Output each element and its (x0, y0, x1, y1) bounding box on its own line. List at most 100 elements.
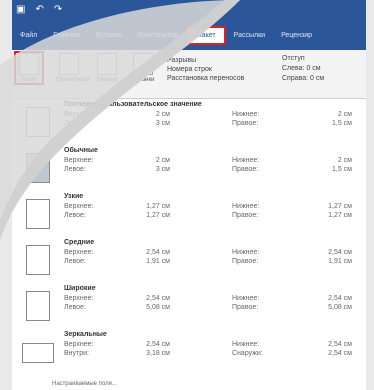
preset-value-2: 5,08 см (146, 304, 170, 311)
tab-mailings[interactable]: Рассылки (226, 28, 273, 43)
preset-thumbnail-icon (26, 245, 50, 275)
margins-dropdown: Последнее пользовательское значение Верх… (12, 99, 366, 390)
hyphenation-option[interactable]: Расстановка переносов (167, 74, 244, 83)
margin-preset-wide[interactable]: Широкие Верхнее: Левое: 2,54 см 5,08 см … (12, 283, 366, 327)
preset-value-2: 3,18 см (146, 350, 170, 357)
preset-col-value-1: 1,27 см (328, 203, 352, 210)
preset-value-1: 1,27 см (146, 203, 170, 210)
indent-group: Отступ Слева: 0 см Справа: 0 см (282, 54, 324, 84)
save-icon[interactable]: ▣ (16, 4, 25, 15)
preset-col-value-1: 2,54 см (328, 341, 352, 348)
margins-icon (19, 53, 39, 75)
preset-col-label-1: Нижнее: (232, 203, 260, 210)
preset-value-1: 2,54 см (146, 249, 170, 256)
preset-col-value-2: 1,27 см (328, 212, 352, 219)
preset-name: Средние (64, 239, 95, 246)
preset-name: Узкие (64, 193, 84, 200)
preset-col-value-1: 2 см (337, 111, 352, 118)
tab-layout[interactable]: Макет (185, 26, 226, 45)
quick-access-toolbar: ▣ ↶ ↷ (16, 4, 62, 15)
preset-label-1: Верхнее: (64, 203, 94, 210)
preset-col-label-1: Нижнее: (232, 249, 260, 256)
orientation-button[interactable]: Ориентация (56, 53, 91, 83)
preset-thumbnail-icon (26, 153, 50, 183)
page-setup-options: Разрывы Номера строк Расстановка перенос… (167, 56, 244, 83)
preset-label-1: Верхнее: (64, 249, 94, 256)
size-label: Размер (96, 77, 118, 83)
preset-col-value-1: 2,54 см (328, 295, 352, 302)
preset-col-label-1: Нижнее: (232, 295, 260, 302)
preset-col-value-2: 2,54 см (328, 350, 352, 357)
preset-col-value-2: 1,5 см (332, 166, 352, 173)
preset-value-2: 3 см (155, 166, 170, 173)
indent-left[interactable]: Слева: 0 см (282, 64, 324, 74)
preset-col-value-2: 1,5 см (332, 120, 352, 127)
preset-name: Последнее пользовательское значение (64, 101, 202, 108)
preset-label-2: Левое: (64, 120, 86, 127)
preset-label-1: Верхнее: (64, 341, 94, 348)
preset-value-2: 3 см (155, 120, 170, 127)
preset-value-1: 2 см (155, 111, 170, 118)
tab-file[interactable]: Файл (12, 28, 45, 43)
size-icon (97, 53, 117, 75)
preset-label-1: Верхнее: (64, 295, 94, 302)
preset-col-value-2: 1,91 см (328, 258, 352, 265)
margin-preset-narrow[interactable]: Узкие Верхнее: Левое: 1,27 см 1,27 см Ни… (12, 191, 366, 235)
size-button[interactable]: Размер (94, 53, 120, 83)
margin-preset-last-custom[interactable]: Последнее пользовательское значение Верх… (12, 99, 366, 143)
margins-button[interactable]: Поля (14, 51, 44, 85)
preset-col-label-2: Правое: (232, 212, 259, 219)
columns-icon (133, 53, 153, 75)
margins-label: Поля (21, 77, 37, 83)
line-numbers-option[interactable]: Номера строк (167, 65, 244, 74)
preset-value-1: 2 см (155, 157, 170, 164)
preset-value-1: 2,54 см (146, 295, 170, 302)
indent-title: Отступ (282, 55, 305, 62)
tab-home[interactable]: Главная (45, 28, 88, 43)
columns-label: Колонки (131, 77, 155, 83)
preset-label-1: Верхнее: (64, 157, 94, 164)
redo-icon[interactable]: ↷ (54, 4, 62, 15)
orientation-label: Ориентация (56, 77, 91, 83)
preset-label-2: Левое: (64, 304, 86, 311)
preset-label-2: Левое: (64, 166, 86, 173)
preset-name: Широкие (64, 285, 96, 292)
undo-icon[interactable]: ↶ (35, 4, 43, 15)
preset-thumbnail-icon (26, 199, 50, 229)
preset-col-label-2: Правое: (232, 258, 259, 265)
preset-label-2: Левое: (64, 258, 86, 265)
preset-value-1: 2,54 см (146, 341, 170, 348)
preset-col-label-1: Нижнее: (232, 111, 260, 118)
margin-preset-mirrored[interactable]: Зеркальные Верхнее: Внутри: 2,54 см 3,18… (12, 329, 366, 373)
preset-thumbnail-icon (22, 343, 54, 363)
custom-margins-link[interactable]: Настраиваемые поля... (52, 381, 117, 387)
breaks-option[interactable]: Разрывы (167, 56, 244, 65)
preset-value-2: 1,91 см (146, 258, 170, 265)
columns-button[interactable]: Колонки (130, 53, 156, 83)
preset-col-value-1: 2 см (337, 157, 352, 164)
preset-thumbnail-icon (26, 291, 50, 321)
preset-col-label-2: Правое: (232, 304, 259, 311)
preset-col-label-1: Нижнее: (232, 157, 260, 164)
preset-name: Зеркальные (64, 331, 107, 338)
preset-col-label-2: Правое: (232, 166, 259, 173)
preset-value-2: 1,27 см (146, 212, 170, 219)
tab-review[interactable]: Рецензир (273, 28, 320, 43)
preset-thumbnail-icon (26, 107, 50, 137)
ribbon-body: Поля Ориентация Размер Колонки Разрывы Н… (12, 50, 366, 99)
ribbon-tabs: Файл Главная Вставка Конструктор Макет Р… (12, 26, 320, 45)
title-bar: ▣ ↶ ↷ Файл Главная Вставка Конструктор М… (12, 0, 366, 50)
preset-col-value-1: 2,54 см (328, 249, 352, 256)
orientation-icon (59, 53, 79, 75)
indent-right[interactable]: Справа: 0 см (282, 74, 324, 84)
preset-col-label-2: Снаружи: (232, 350, 263, 357)
tab-design[interactable]: Конструктор (130, 28, 186, 43)
margin-preset-normal[interactable]: Обычные Верхнее: Левое: 2 см 3 см Нижнее… (12, 145, 366, 189)
preset-label-1: Верхнее: (64, 111, 94, 118)
preset-col-label-2: Правое: (232, 120, 259, 127)
margin-preset-moderate[interactable]: Средние Верхнее: Левое: 2,54 см 1,91 см … (12, 237, 366, 281)
preset-label-2: Внутри: (64, 350, 89, 357)
tab-insert[interactable]: Вставка (88, 28, 130, 43)
preset-col-label-1: Нижнее: (232, 341, 260, 348)
preset-col-value-2: 5,08 см (328, 304, 352, 311)
